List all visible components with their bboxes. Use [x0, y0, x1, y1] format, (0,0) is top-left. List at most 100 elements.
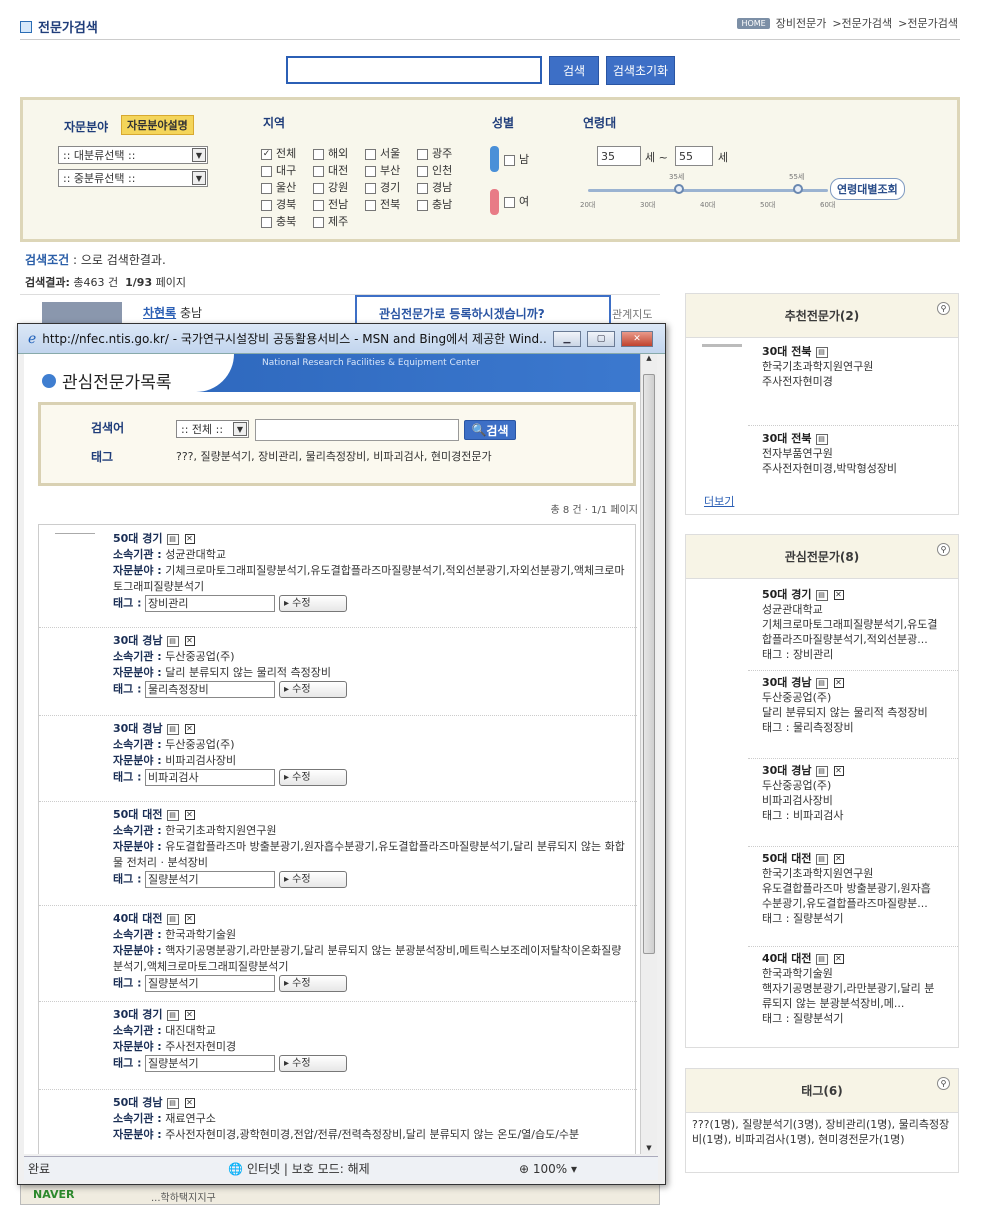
- home-link[interactable]: HOME: [737, 17, 770, 29]
- popup-scrollbar[interactable]: ▲ ▼: [640, 354, 657, 1154]
- checkbox[interactable]: [313, 216, 324, 228]
- female-checkbox[interactable]: 여: [504, 193, 529, 209]
- field-help-button[interactable]: 자문분야설명: [121, 115, 194, 135]
- copy-icon[interactable]: ▤: [815, 589, 828, 601]
- region-checkbox[interactable]: 대구: [261, 162, 313, 178]
- popup-item-head[interactable]: 30대 경남: [113, 634, 163, 647]
- remove-icon[interactable]: ✕: [833, 854, 844, 864]
- age-slider-min-handle[interactable]: [674, 184, 684, 194]
- checkbox[interactable]: [313, 182, 324, 194]
- popup-item-head[interactable]: 50대 경남: [113, 1096, 163, 1109]
- region-checkbox[interactable]: 충남: [417, 196, 469, 212]
- tag-cloud[interactable]: ???(1명), 질량분석기(3명), 장비관리(1명), 물리측정장비(1명)…: [686, 1113, 958, 1151]
- checkbox[interactable]: [313, 148, 324, 160]
- edit-tag-button[interactable]: ▸ 수정: [278, 975, 347, 992]
- age-slider-track[interactable]: [588, 189, 828, 192]
- edit-tag-button[interactable]: ▸ 수정: [278, 681, 347, 698]
- breadcrumb-item[interactable]: >전문가검색: [832, 15, 892, 31]
- popup-titlebar[interactable]: ℯ http://nfec.ntis.go.kr/ - 국가연구시설장비 공동활…: [18, 324, 665, 354]
- recommend-item[interactable]: 30대 전북 ▤ 한국기초과학지원연구원 주사전자현미경: [762, 344, 873, 389]
- region-checkbox[interactable]: 인천: [417, 162, 469, 178]
- popup-tag-list[interactable]: ???, 질량분석기, 장비관리, 물리측정장비, 비파괴검사, 현미경전문가: [176, 448, 492, 464]
- tag-input[interactable]: 질량분석기: [144, 1055, 275, 1072]
- region-checkbox[interactable]: 강원: [313, 179, 365, 195]
- copy-icon[interactable]: ▤: [815, 765, 828, 777]
- region-checkbox[interactable]: 부산: [365, 162, 417, 178]
- remove-icon[interactable]: ✕: [184, 636, 195, 646]
- region-checkbox[interactable]: 해외: [313, 145, 365, 161]
- region-checkbox[interactable]: 서울: [365, 145, 417, 161]
- breadcrumb-item[interactable]: 장비전문가: [776, 15, 827, 31]
- maximize-button[interactable]: ▢: [587, 330, 615, 347]
- remove-icon[interactable]: ✕: [184, 534, 195, 544]
- region-checkbox[interactable]: 울산: [261, 179, 313, 195]
- male-checkbox[interactable]: 남: [504, 151, 529, 167]
- checkbox[interactable]: [365, 148, 376, 160]
- edit-tag-button[interactable]: ▸ 수정: [278, 769, 347, 786]
- region-checkbox[interactable]: 전북: [365, 196, 417, 212]
- checkbox[interactable]: ✓: [261, 148, 272, 160]
- region-checkbox[interactable]: 경기: [365, 179, 417, 195]
- popup-item-head[interactable]: 30대 경기: [113, 1008, 163, 1021]
- remove-icon[interactable]: ✕: [833, 678, 844, 688]
- remove-icon[interactable]: ✕: [184, 1098, 195, 1108]
- popup-item-head[interactable]: 50대 대전: [113, 808, 163, 821]
- region-checkbox[interactable]: 광주: [417, 145, 469, 161]
- zoom-icon[interactable]: ⚲: [937, 302, 950, 315]
- remove-icon[interactable]: ✕: [833, 766, 844, 776]
- popup-search-input[interactable]: [255, 419, 459, 441]
- checkbox[interactable]: [313, 199, 324, 211]
- popup-search-select[interactable]: :: 전체 :: ▼: [176, 420, 249, 438]
- male-check-box[interactable]: [504, 154, 515, 166]
- age-to-input[interactable]: 55: [675, 146, 713, 166]
- interest-item[interactable]: 50대 경기 ▤ ✕ 성균관대학교 기체크로마토그래피질량분석기,유도결 합플라즈마질량분…: [762, 587, 958, 662]
- tag-input[interactable]: 질량분석기: [144, 871, 275, 888]
- popup-item-head[interactable]: 50대 경기: [113, 532, 163, 545]
- age-search-button[interactable]: 연령대별조회: [830, 178, 905, 200]
- copy-icon[interactable]: ▤: [166, 635, 179, 647]
- female-check-box[interactable]: [504, 196, 515, 208]
- breadcrumb-item[interactable]: >전문가검색: [898, 15, 958, 31]
- checkbox[interactable]: [365, 165, 376, 177]
- scroll-down-icon[interactable]: ▼: [641, 1144, 657, 1152]
- region-checkbox[interactable]: 전남: [313, 196, 365, 212]
- copy-icon[interactable]: ▤: [815, 853, 828, 865]
- remove-icon[interactable]: ✕: [184, 914, 195, 924]
- copy-icon[interactable]: ▤: [815, 433, 828, 445]
- search-button[interactable]: 검색: [549, 56, 599, 85]
- minimize-button[interactable]: ▁: [553, 330, 581, 347]
- search-input[interactable]: [286, 56, 542, 84]
- checkbox[interactable]: [417, 182, 428, 194]
- age-slider-max-handle[interactable]: [793, 184, 803, 194]
- interest-item[interactable]: 40대 대전 ▤ ✕ 한국과학기술원 핵자기공명분광기,라만분광기,달리 분 류되지 않는…: [762, 951, 958, 1026]
- copy-icon[interactable]: ▤: [166, 809, 179, 821]
- tag-input[interactable]: 장비관리: [144, 595, 275, 612]
- region-checkbox[interactable]: 제주: [313, 213, 365, 229]
- region-checkbox[interactable]: ✓ 전체: [261, 145, 313, 161]
- checkbox[interactable]: [261, 199, 272, 211]
- relation-map-link[interactable]: 관계지도: [612, 306, 652, 322]
- region-checkbox[interactable]: 경북: [261, 196, 313, 212]
- copy-icon[interactable]: ▤: [815, 346, 828, 358]
- tag-input[interactable]: 비파괴검사: [144, 769, 275, 786]
- remove-icon[interactable]: ✕: [184, 724, 195, 734]
- map-area[interactable]: NAVER ...학하택지지구: [20, 1183, 660, 1205]
- scroll-thumb[interactable]: [643, 374, 655, 954]
- region-checkbox[interactable]: 대전: [313, 162, 365, 178]
- zoom-icon[interactable]: ⚲: [937, 1077, 950, 1090]
- remove-icon[interactable]: ✕: [833, 954, 844, 964]
- interest-item[interactable]: 50대 대전 ▤ ✕ 한국기초과학지원연구원 유도결합플라즈마 방출분광기,원자흡 수분광…: [762, 851, 958, 926]
- copy-icon[interactable]: ▤: [166, 533, 179, 545]
- popup-search-button[interactable]: 🔍 검색: [464, 420, 516, 440]
- interest-item[interactable]: 30대 경남 ▤ ✕ 두산중공업(주) 비파괴검사장비 태그 : 비파괴검사: [762, 763, 958, 823]
- region-checkbox[interactable]: 경남: [417, 179, 469, 195]
- zoom-icon[interactable]: ⚲: [937, 543, 950, 556]
- copy-icon[interactable]: ▤: [166, 913, 179, 925]
- recommend-more-link[interactable]: 더보기: [704, 493, 734, 509]
- edit-tag-button[interactable]: ▸ 수정: [278, 871, 347, 888]
- region-checkbox[interactable]: 충북: [261, 213, 313, 229]
- age-from-input[interactable]: 35: [597, 146, 641, 166]
- checkbox[interactable]: [261, 216, 272, 228]
- remove-icon[interactable]: ✕: [184, 810, 195, 820]
- close-button[interactable]: ✕: [621, 330, 653, 347]
